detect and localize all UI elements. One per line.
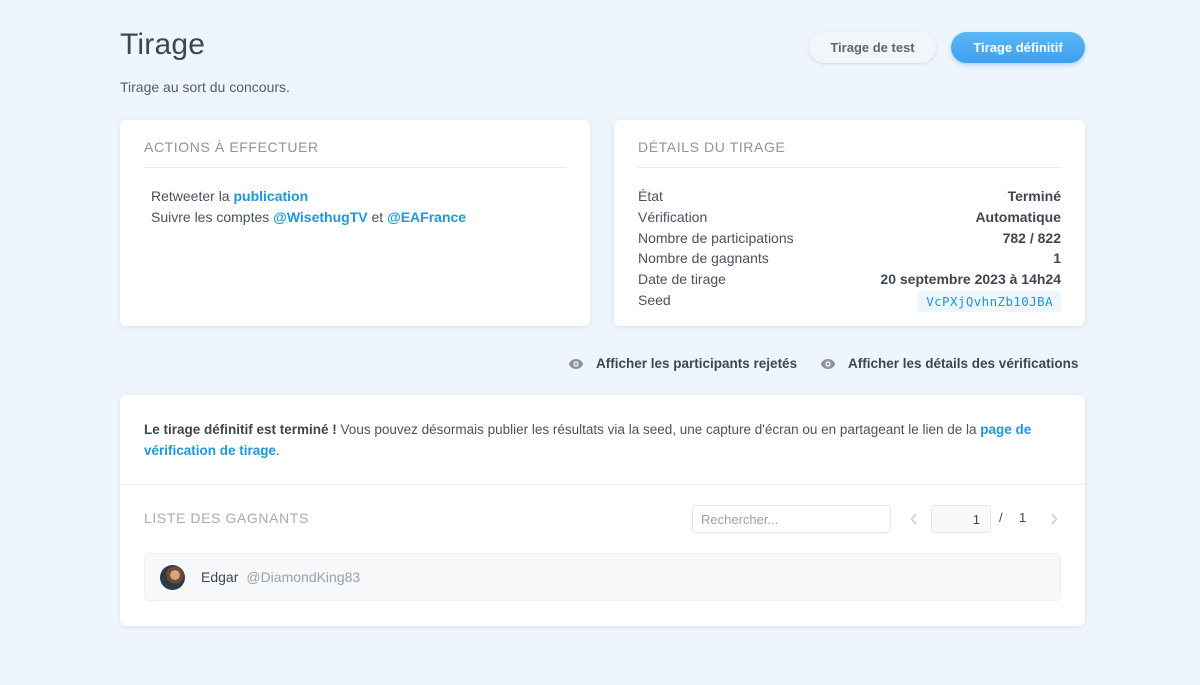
actions-card-title: Actions à effectuer (144, 139, 319, 155)
page-subtitle: Tirage au sort du concours. (120, 79, 290, 95)
actions-list: Retweeter la publication Suivre les comp… (151, 186, 466, 228)
action-retweet: Retweeter la publication (151, 186, 466, 207)
detail-row-seed: Seed VcPXjQvhnZb10JBA (638, 290, 1061, 312)
winner-handle: @DiamondKing83 (246, 569, 361, 585)
action-follow-and: et (367, 209, 388, 225)
completion-notice: Le tirage définitif est terminé ! Vous p… (144, 419, 1045, 461)
chevron-right-icon[interactable] (1047, 509, 1061, 529)
page-title: Tirage (120, 28, 206, 61)
page-total: 1 (1019, 510, 1027, 525)
chevron-left-icon[interactable] (907, 509, 921, 529)
show-rejected-label: Afficher les participants rejetés (596, 356, 798, 371)
show-verifications-toggle[interactable]: Afficher les détails des vérifications (820, 356, 1078, 371)
results-card: Le tirage définitif est terminé ! Vous p… (120, 395, 1085, 626)
eafrance-link[interactable]: @EAFrance (387, 209, 466, 225)
winner-row[interactable]: Edgar @DiamondKing83 (144, 553, 1061, 601)
page-separator: / (999, 510, 1003, 525)
search-input[interactable] (692, 505, 891, 533)
detail-label: Seed (638, 291, 671, 308)
detail-value: 20 septembre 2023 à 14h24 (880, 271, 1061, 288)
action-retweet-text: Retweeter la (151, 188, 234, 204)
page-number-input[interactable] (931, 505, 991, 533)
detail-row-date: Date de tirage 20 septembre 2023 à 14h24 (638, 269, 1061, 290)
show-verifications-label: Afficher les détails des vérifications (848, 356, 1079, 371)
detail-value: 782 / 822 (1002, 229, 1061, 246)
wisethugtv-link[interactable]: @WisethugTV (273, 209, 367, 225)
notice-end: . (276, 443, 280, 458)
publication-link[interactable]: publication (233, 188, 308, 204)
winners-list-title: Liste des gagnants (144, 510, 309, 526)
draw-page: Tirage Tirage au sort du concours. Tirag… (0, 0, 1200, 685)
divider (638, 167, 1061, 168)
detail-row-verification: Vérification Automatique (638, 207, 1061, 228)
detail-row-winners-count: Nombre de gagnants 1 (638, 248, 1061, 269)
notice-text: Vous pouvez désormais publier les résult… (336, 422, 981, 437)
detail-value: 1 (1053, 250, 1061, 267)
divider (120, 484, 1085, 485)
details-card-title: Détails du tirage (638, 139, 786, 155)
detail-row-participations: Nombre de participations 782 / 822 (638, 228, 1061, 249)
final-draw-button[interactable]: Tirage définitif (951, 32, 1085, 63)
detail-value: Terminé (1007, 188, 1061, 204)
detail-label: Nombre de gagnants (638, 250, 769, 267)
winner-name: Edgar (201, 569, 239, 585)
eye-icon (568, 358, 584, 369)
detail-row-state: État Terminé (638, 186, 1061, 207)
detail-label: État (638, 188, 663, 204)
action-follow-text: Suivre les comptes (151, 209, 274, 225)
show-rejected-toggle[interactable]: Afficher les participants rejetés (568, 356, 797, 371)
details-table: État Terminé Vérification Automatique No… (638, 186, 1061, 312)
notice-bold: Le tirage définitif est terminé ! (144, 422, 337, 437)
detail-value: Automatique (975, 208, 1061, 225)
seed-value[interactable]: VcPXjQvhnZb10JBA (918, 290, 1061, 312)
detail-label: Date de tirage (638, 271, 726, 288)
test-draw-button[interactable]: Tirage de test (809, 32, 936, 63)
eye-icon (820, 358, 836, 369)
actions-card: Actions à effectuer Retweeter la publica… (120, 120, 590, 326)
detail-label: Nombre de participations (638, 229, 794, 246)
details-card: Détails du tirage État Terminé Vérificat… (614, 120, 1085, 326)
detail-label: Vérification (638, 208, 708, 225)
divider (144, 167, 566, 168)
action-follow: Suivre les comptes @WisethugTV et @EAFra… (151, 207, 466, 228)
avatar (160, 564, 185, 590)
